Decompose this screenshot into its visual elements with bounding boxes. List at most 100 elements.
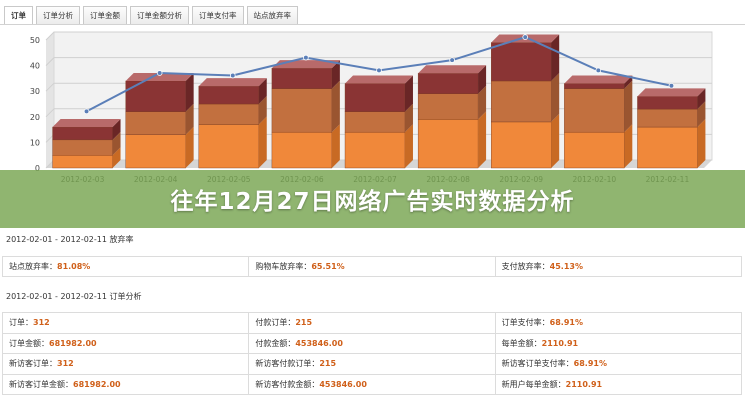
stat-label: 订单支付率： (501, 318, 550, 328)
tab-order-amount-analysis[interactable]: 订单金额分析 (130, 6, 189, 24)
tab-order-amount[interactable]: 订单金额 (83, 6, 127, 24)
tab-orders[interactable]: 订单 (4, 6, 33, 24)
stat-cell: 订单支付率：68.91% (494, 312, 743, 334)
bar-segment (271, 88, 333, 133)
orders-table: 订单：312 付款订单：215 订单支付率：68.91% 订单金额：681982… (1, 312, 743, 395)
table-row: 订单金额：681982.00 付款金额：453846.00 每单金额：2110.… (1, 332, 743, 354)
stat-cell: 新访客订单：312 (1, 353, 250, 375)
bar-segment (198, 85, 259, 105)
stat-cell: 新访客订单支付率：68.91% (494, 353, 743, 375)
stat-cell: 付款金额：453846.00 (248, 332, 496, 354)
bar-segment (491, 42, 552, 82)
stat-label: 新访客订单金额： (9, 379, 73, 389)
bar-top (418, 65, 487, 74)
table-row: 新访客订单：312 新访客付款订单：215 新访客订单支付率：68.91% (1, 353, 743, 375)
bar-segment (52, 154, 113, 169)
bar-segment (637, 108, 698, 128)
stat-cell: 新用户每单金额：2110.91 (494, 373, 743, 395)
trend-point (668, 82, 675, 89)
abandon-table: 站点放弃率：81.08% 购物车放弃率：65.51% 支付放弃率：45.13% (1, 256, 743, 277)
trend-point (595, 67, 602, 74)
stat-label: 支付放弃率： (501, 262, 550, 271)
bar-segment (564, 83, 625, 89)
stat-value: 681982.00 (49, 338, 97, 348)
stat-cell: 每单金额：2110.91 (494, 332, 743, 354)
stat-value: 312 (33, 318, 50, 328)
bar-top (345, 75, 413, 84)
bar-segment-side (258, 116, 267, 168)
bar-segment (198, 103, 259, 125)
stat-label: 新访客付款金额： (255, 379, 320, 389)
stat-cell: 支付放弃率：45.13% (494, 256, 743, 277)
trend-point (449, 57, 455, 63)
bar-top (52, 119, 121, 128)
bar-segment (417, 73, 479, 94)
stat-label: 站点放弃率： (9, 262, 57, 271)
trend-point (522, 34, 529, 40)
bar-segment-side (551, 72, 560, 122)
stat-label: 订单金额： (9, 338, 49, 348)
stat-label: 新访客订单： (9, 359, 57, 369)
stat-label: 新用户每单金额： (501, 379, 566, 389)
stat-value: 68.91% (573, 359, 607, 369)
stat-cell: 订单金额：681982.00 (1, 332, 250, 354)
bar-segment (344, 83, 406, 112)
bar-segment (564, 131, 625, 169)
bar-segment (491, 121, 552, 169)
stat-cell: 订单：312 (1, 312, 250, 334)
stat-value: 65.51% (311, 262, 345, 271)
y-tick-label: 30 (30, 87, 40, 96)
stat-label: 每单金额： (501, 338, 542, 348)
trend-point (83, 108, 90, 115)
stat-label: 订单： (9, 318, 33, 328)
stat-cell: 新访客付款金额：453846.00 (248, 373, 496, 395)
orders-chart: 010203040502012-02-032012-02-042012-02-0… (0, 26, 745, 194)
stat-label: 新访客付款订单： (255, 359, 320, 369)
bar-segment-side (551, 34, 560, 81)
bar-segment (344, 131, 406, 169)
bar-segment (344, 111, 406, 133)
bar-segment-side (624, 80, 633, 133)
bar-segment (491, 80, 552, 123)
y-tick-label: 50 (30, 36, 40, 45)
bar-segment-side (331, 80, 340, 133)
tab-order-analysis[interactable]: 订单分析 (36, 6, 80, 24)
bar-segment (52, 126, 113, 141)
stat-cell: 新访客订单金额：681982.00 (1, 373, 250, 395)
bar-segment (198, 124, 259, 169)
y-tick-label: 40 (30, 62, 40, 71)
trend-point (376, 67, 382, 74)
bar-top (198, 78, 267, 87)
stat-cell: 站点放弃率：81.08% (1, 256, 250, 277)
table-row: 站点放弃率：81.08% 购物车放弃率：65.51% 支付放弃率：45.13% (1, 256, 743, 277)
table-row: 新访客订单金额：681982.00 新访客付款金额：453846.00 新用户每… (1, 373, 743, 395)
tab-order-payment-rate[interactable]: 订单支付率 (192, 6, 244, 24)
tab-site-abandon-rate[interactable]: 站点放弃率 (246, 6, 298, 24)
bar-segment (637, 126, 698, 169)
table-row: 订单：312 付款订单：215 订单支付率：68.91% (1, 312, 743, 334)
tab-divider (0, 24, 745, 25)
bar-segment (637, 96, 698, 110)
stat-label: 购物车放弃率： (255, 262, 312, 271)
bar-segment (417, 119, 479, 169)
bar-segment (271, 67, 333, 89)
y-tick-label: 20 (30, 113, 40, 122)
stat-cell: 购物车放弃率：65.51% (248, 256, 496, 277)
stat-cell: 新访客付款订单：215 (248, 353, 496, 375)
bar-segment (52, 139, 113, 156)
stat-value: 215 (319, 359, 337, 369)
y-tick-label: 10 (30, 138, 40, 147)
bar-segment (125, 134, 186, 169)
overlay-banner: 往年12月27日网络广告实时数据分析 (0, 170, 745, 228)
stat-value: 2110.91 (565, 379, 603, 389)
stat-value: 453846.00 (319, 379, 367, 389)
banner-title: 往年12月27日网络广告实时数据分析 (170, 189, 575, 215)
bar-segment (564, 88, 625, 133)
stat-value: 453846.00 (295, 338, 343, 348)
stat-value: 81.08% (57, 262, 91, 271)
bar-segment-side (551, 113, 560, 168)
stat-value: 215 (295, 318, 313, 328)
trend-point (156, 70, 163, 76)
stat-value: 45.13% (549, 262, 583, 271)
bar-segment (271, 131, 333, 169)
